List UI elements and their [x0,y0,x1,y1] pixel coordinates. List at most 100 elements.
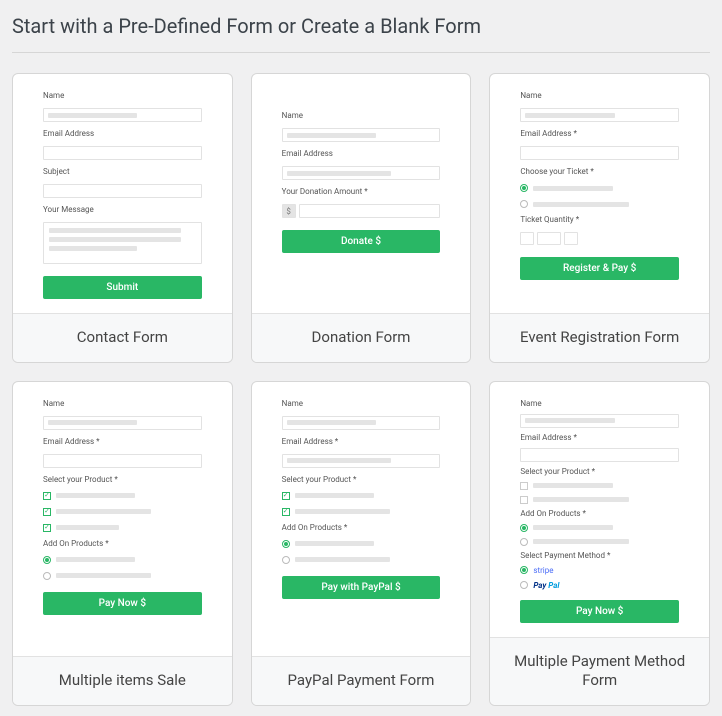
name-input [520,414,679,428]
email-label: Email Address * [520,130,679,138]
radio-icon [520,538,528,546]
pay-button: Pay Now $ [43,592,202,615]
product-label: Select your Product * [43,476,202,484]
email-input [520,448,679,462]
product-option [520,482,679,490]
product-option: ✓ [43,524,202,532]
addon-label: Add On Products * [282,524,441,532]
page-title: Start with a Pre-Defined Form or Create … [12,10,710,52]
email-label: Email Address * [43,438,202,446]
email-input [282,454,441,468]
card-title: Multiple Payment Method Form [490,637,709,705]
addon-option [282,556,441,564]
email-input [43,454,202,468]
email-label: Email Address [282,150,441,158]
card-title: Contact Form [13,313,232,362]
template-card-paypal[interactable]: Name Email Address * Select your Product… [251,381,472,706]
name-label: Name [520,92,679,100]
preview: Name Email Address Your Donation Amount … [252,74,471,313]
email-input [43,146,202,160]
name-label: Name [282,400,441,408]
email-label: Email Address [43,130,202,138]
email-input [282,166,441,180]
template-card-multi-sale[interactable]: Name Email Address * Select your Product… [12,381,233,706]
check-icon: ✓ [282,492,290,500]
card-title: Multiple items Sale [13,656,232,705]
check-icon [520,482,528,490]
radio-icon [520,566,528,574]
radio-icon [520,184,528,192]
preview: Name Email Address * Choose your Ticket … [490,74,709,313]
divider [12,52,710,53]
ticket-option [520,200,679,208]
addon-option [520,538,679,546]
radio-icon [520,200,528,208]
template-grid: Name Email Address Subject Your Message … [12,73,710,706]
check-icon [520,496,528,504]
product-option: ✓ [43,508,202,516]
addon-option [282,540,441,548]
method-option-stripe: stripe [520,566,679,575]
radio-icon [520,581,528,589]
ticket-option [520,184,679,192]
submit-button: Submit [43,276,202,299]
paypal-button: Pay with PayPal $ [282,576,441,599]
qty-stepper [520,232,679,245]
radio-icon [282,540,290,548]
donate-button: Donate $ [282,230,441,253]
email-input [520,146,679,160]
addon-option [520,524,679,532]
subject-input [43,184,202,198]
product-option [520,496,679,504]
name-input [43,108,202,122]
method-option-paypal: PayPal [520,581,679,590]
radio-icon [43,572,51,580]
name-label: Name [43,400,202,408]
amount-input: $ [282,204,441,218]
email-label: Email Address * [520,434,679,442]
ticket-label: Choose your Ticket * [520,168,679,176]
addon-label: Add On Products * [43,540,202,548]
addon-label: Add On Products * [520,510,679,518]
radio-icon [43,556,51,564]
addon-option [43,556,202,564]
method-label: Select Payment Method * [520,552,679,560]
card-title: Donation Form [252,313,471,362]
name-input [520,108,679,122]
preview: Name Email Address * Select your Product… [490,382,709,637]
preview: Name Email Address Subject Your Message … [13,74,232,313]
qty-label: Ticket Quantity * [520,216,679,224]
subject-label: Subject [43,168,202,176]
name-label: Name [43,92,202,100]
product-label: Select your Product * [282,476,441,484]
preview: Name Email Address * Select your Product… [13,382,232,657]
check-icon: ✓ [43,524,51,532]
template-card-contact[interactable]: Name Email Address Subject Your Message … [12,73,233,363]
name-label: Name [520,400,679,408]
currency-prefix: $ [282,204,296,218]
product-option: ✓ [282,508,441,516]
product-option: ✓ [43,492,202,500]
amount-label: Your Donation Amount * [282,188,441,196]
check-icon: ✓ [43,492,51,500]
radio-icon [520,524,528,532]
stripe-label: stripe [533,566,553,575]
paypal-logo: PayPal [533,581,559,590]
name-input [282,128,441,142]
check-icon: ✓ [282,508,290,516]
pay-button: Pay Now $ [520,600,679,623]
register-button: Register & Pay $ [520,257,679,280]
name-label: Name [282,112,441,120]
check-icon: ✓ [43,508,51,516]
product-option: ✓ [282,492,441,500]
name-input [43,416,202,430]
template-card-donation[interactable]: Name Email Address Your Donation Amount … [251,73,472,363]
email-label: Email Address * [282,438,441,446]
template-card-event[interactable]: Name Email Address * Choose your Ticket … [489,73,710,363]
radio-icon [282,556,290,564]
template-card-multi-method[interactable]: Name Email Address * Select your Product… [489,381,710,706]
name-input [282,416,441,430]
card-title: Event Registration Form [490,313,709,362]
product-label: Select your Product * [520,468,679,476]
card-title: PayPal Payment Form [252,656,471,705]
